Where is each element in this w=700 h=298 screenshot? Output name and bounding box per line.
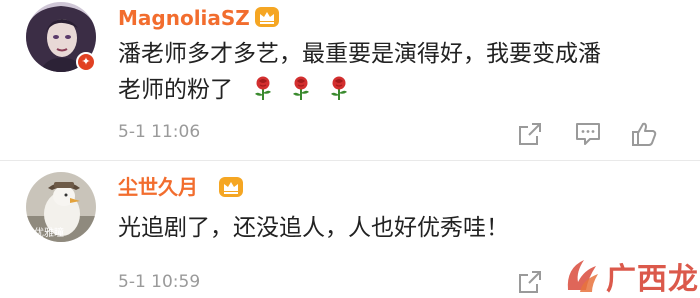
- watermark-logo-icon: [567, 260, 598, 292]
- crown-icon: [219, 177, 243, 197]
- comment-icon[interactable]: [574, 120, 602, 148]
- avatar[interactable]: 优雅瞳: [26, 172, 96, 242]
- crown-icon: [255, 7, 279, 27]
- watermark: 广西龙网: [560, 248, 700, 298]
- comment-item: ✦ MagnoliaSZ 潘老师多才多艺，最重要是演得好，我要变成潘 老师的粉了: [0, 0, 700, 160]
- comment-text: 光追剧了，还没追人，人也好优秀哇！: [118, 215, 509, 241]
- comment-feed: ✦ MagnoliaSZ 潘老师多才多艺，最重要是演得好，我要变成潘 老师的粉了: [0, 0, 700, 298]
- comment-text-line: 老师的粉了: [118, 72, 683, 108]
- comment-text: 潘老师多才多艺，最重要是演得好，我要变成潘 老师的粉了: [118, 36, 683, 108]
- share-icon[interactable]: [516, 268, 544, 296]
- rose-icon: [293, 76, 309, 100]
- watermark-text: 广西龙网: [606, 262, 700, 297]
- username[interactable]: 尘世久月: [118, 175, 198, 199]
- verified-badge-icon: ✦: [76, 52, 96, 72]
- username[interactable]: MagnoliaSZ: [118, 6, 250, 30]
- comment-text-line: 潘老师多才多艺，最重要是演得好，我要变成潘: [118, 41, 601, 67]
- timestamp: 5-1 10:59: [118, 272, 201, 292]
- like-icon[interactable]: [630, 120, 658, 148]
- share-icon[interactable]: [516, 120, 544, 148]
- rose-icon: [331, 76, 347, 100]
- comment-text-fragment: 老师的粉了: [118, 77, 233, 103]
- rose-icon: [255, 76, 271, 100]
- avatar-caption: 优雅瞳: [34, 228, 64, 239]
- timestamp: 5-1 11:06: [118, 122, 201, 142]
